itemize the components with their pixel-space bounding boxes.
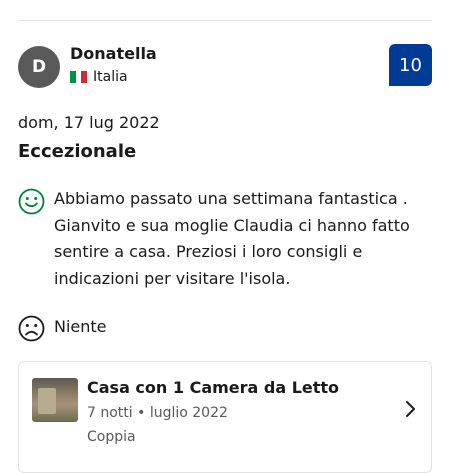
negative-comment: Niente: [18, 314, 432, 342]
chevron-right-icon[interactable]: [405, 400, 417, 422]
room-name: Casa con 1 Camera da Letto: [87, 378, 340, 397]
italy-flag-icon: [70, 71, 88, 83]
stay-nights-date: 7 notti • luglio 2022: [87, 405, 228, 421]
review-title: Eccezionale: [18, 141, 137, 162]
positive-comment-text: Abbiamo passato una settimana fantastica…: [54, 189, 410, 288]
reviewer-name: Donatella: [70, 44, 157, 63]
review-score-badge: 10: [389, 44, 432, 86]
positive-comment: Abbiamo passato una settimana fantastica…: [18, 186, 432, 292]
stay-details-card[interactable]: Casa con 1 Camera da Letto 7 notti • lug…: [18, 361, 432, 473]
reviewer-country: Italia: [70, 69, 128, 85]
traveler-type: Coppia: [87, 429, 136, 445]
reviewer-header: D Donatella Italia 10: [18, 42, 432, 92]
sad-face-icon: [18, 315, 45, 346]
smiley-face-icon: [18, 188, 45, 219]
divider: [18, 20, 432, 21]
review-date: dom, 17 lug 2022: [18, 113, 160, 132]
room-thumbnail: [32, 378, 78, 422]
country-label: Italia: [93, 69, 128, 85]
avatar: D: [18, 46, 60, 88]
negative-comment-text: Niente: [54, 317, 107, 336]
